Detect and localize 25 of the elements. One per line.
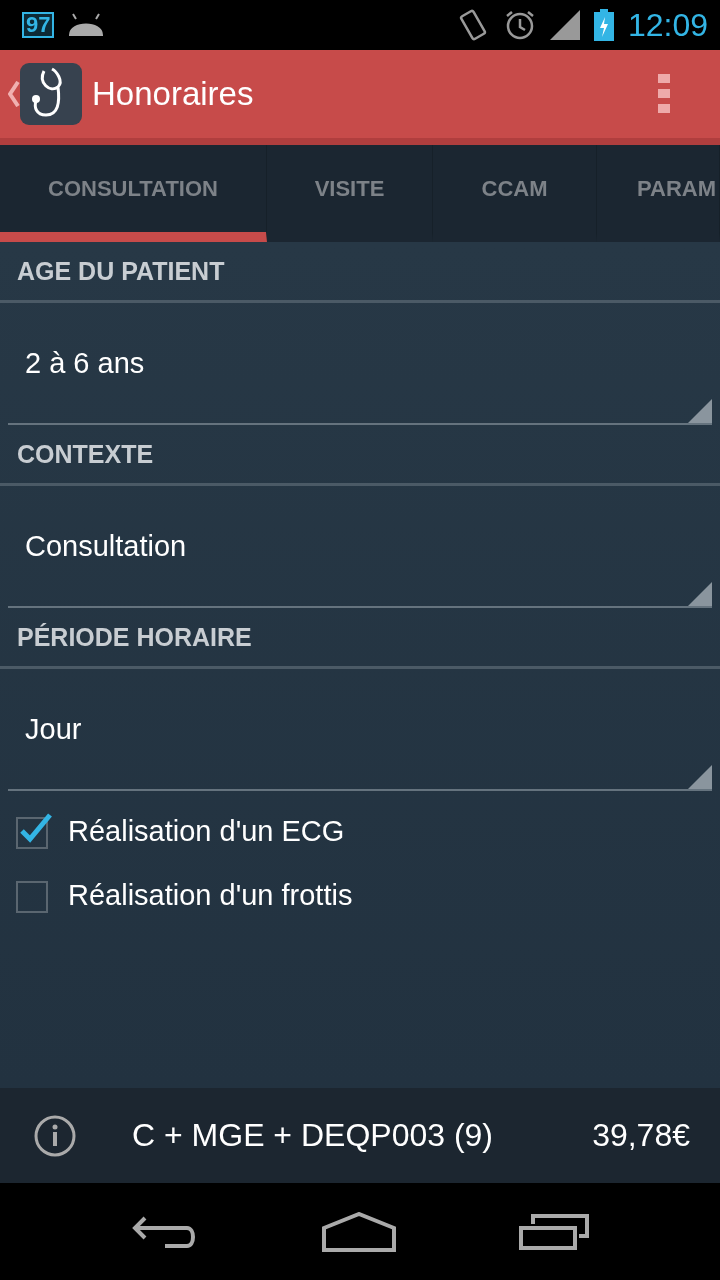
checkbox-label: Réalisation d'un ECG [68, 814, 345, 848]
info-icon[interactable] [34, 1114, 76, 1157]
stethoscope-icon[interactable] [20, 63, 82, 125]
dropdown-field[interactable]: Consultation [8, 486, 712, 608]
fee-code: C + MGE + DEQP003 (9) [132, 1117, 493, 1154]
dropdown-corner-icon [688, 765, 712, 789]
checkbox-label: Réalisation d'un frottis [68, 878, 353, 912]
battery-icon [593, 9, 614, 41]
android-icon [68, 13, 105, 37]
signal-icon [549, 10, 580, 40]
notification-badge: 97 [22, 12, 55, 38]
dropdown-field[interactable]: Jour [8, 669, 712, 791]
app-title: Honoraires [92, 75, 254, 113]
fee-amount: 39,78€ [592, 1117, 690, 1154]
status-time: 12:09 [627, 6, 708, 44]
dropdown-corner-icon [688, 399, 712, 423]
section-header: CONTEXTE [0, 425, 720, 486]
back-caret-icon[interactable] [8, 81, 20, 107]
dropdown-corner-icon [688, 582, 712, 606]
dropdown-field[interactable]: 2 à 6 ans [8, 303, 712, 425]
home-icon[interactable] [322, 1211, 396, 1252]
section-header: PÉRIODE HORAIRE [0, 608, 720, 669]
checkbox[interactable] [16, 813, 52, 849]
recent-apps-icon[interactable] [518, 1213, 589, 1250]
section-header: AGE DU PATIENT [0, 242, 720, 303]
